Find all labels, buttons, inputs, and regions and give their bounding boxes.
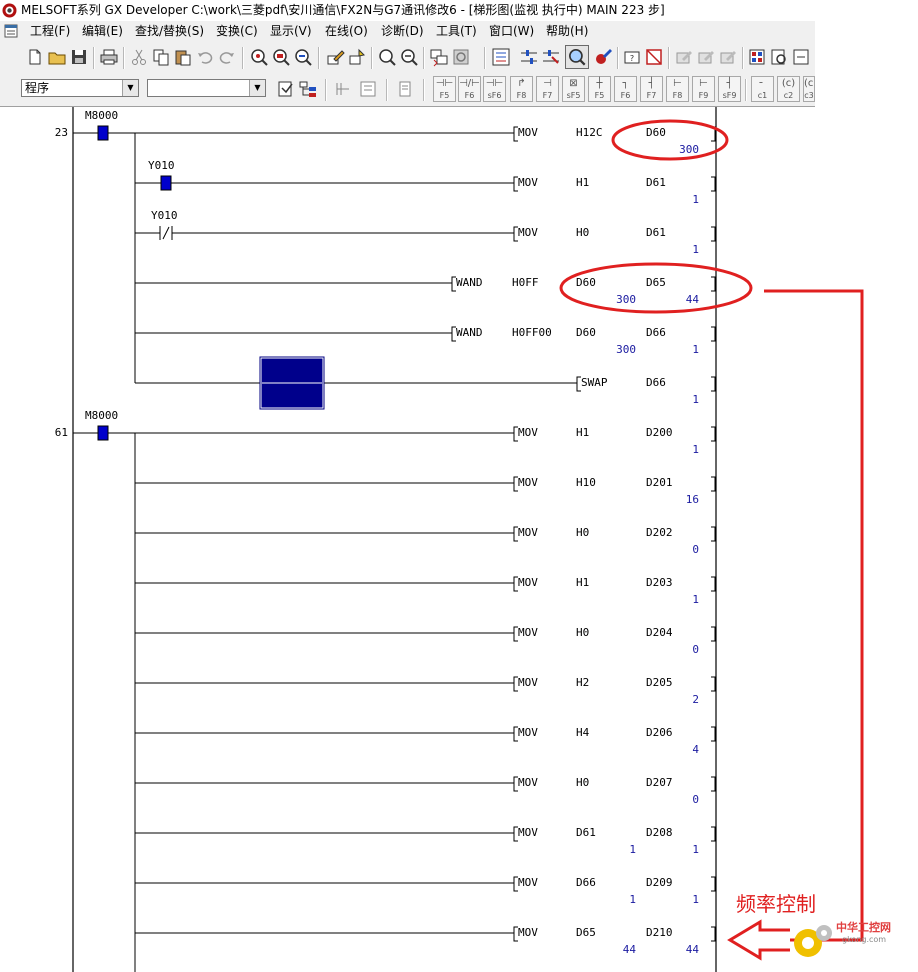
watermark: 中华工控网 gkong.com <box>786 915 914 965</box>
annotation-connector <box>764 289 864 942</box>
gear-icon <box>794 925 832 957</box>
gx-developer-window: MELSOFT系列 GX Developer C:\work\三菱pdf\安川通… <box>0 0 918 972</box>
watermark-text: 中华工控网 <box>836 921 891 934</box>
annotation-overlay <box>559 119 864 961</box>
annotation-arrow <box>727 919 790 961</box>
annotation-text: 频率控制 <box>736 892 816 916</box>
watermark-url: gkong.com <box>842 935 887 944</box>
highlight-ellipse-wand <box>559 262 753 314</box>
highlight-ellipse-d60 <box>611 119 729 161</box>
